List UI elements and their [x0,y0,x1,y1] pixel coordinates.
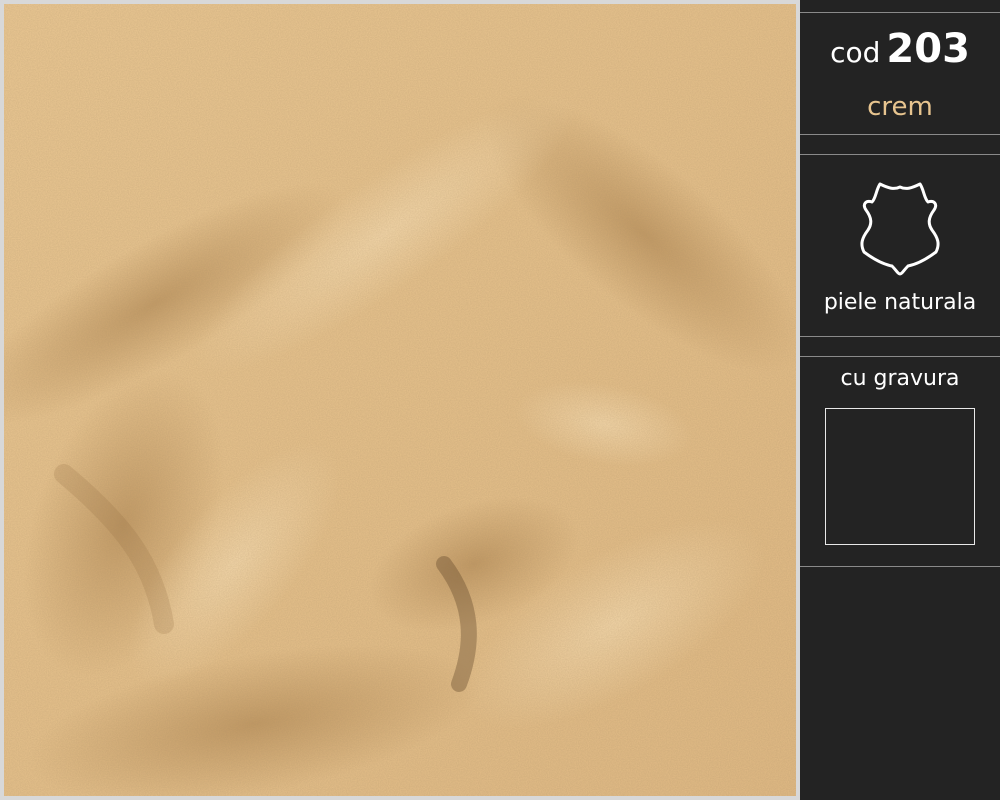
divider [800,336,1000,337]
divider [800,566,1000,567]
product-code: cod 203 [800,26,1000,72]
divider [800,12,1000,13]
color-name: crem [867,92,933,122]
leather-folds-illustration [4,4,796,796]
product-code-number: 203 [886,26,970,72]
divider [800,154,1000,155]
engraving-label: cu gravura [840,366,960,391]
engraving-swatch-box [825,408,975,545]
divider [800,134,1000,135]
leather-hide-icon [860,182,940,276]
material-label: piele naturala [823,290,977,315]
product-code-prefix: cod [830,36,881,69]
product-swatch-card: cod 203 crem piele naturala cu gravura [0,0,1000,800]
divider [800,356,1000,357]
leather-texture-photo [4,4,796,796]
product-info-sidebar: cod 203 crem piele naturala cu gravura [800,0,1000,800]
